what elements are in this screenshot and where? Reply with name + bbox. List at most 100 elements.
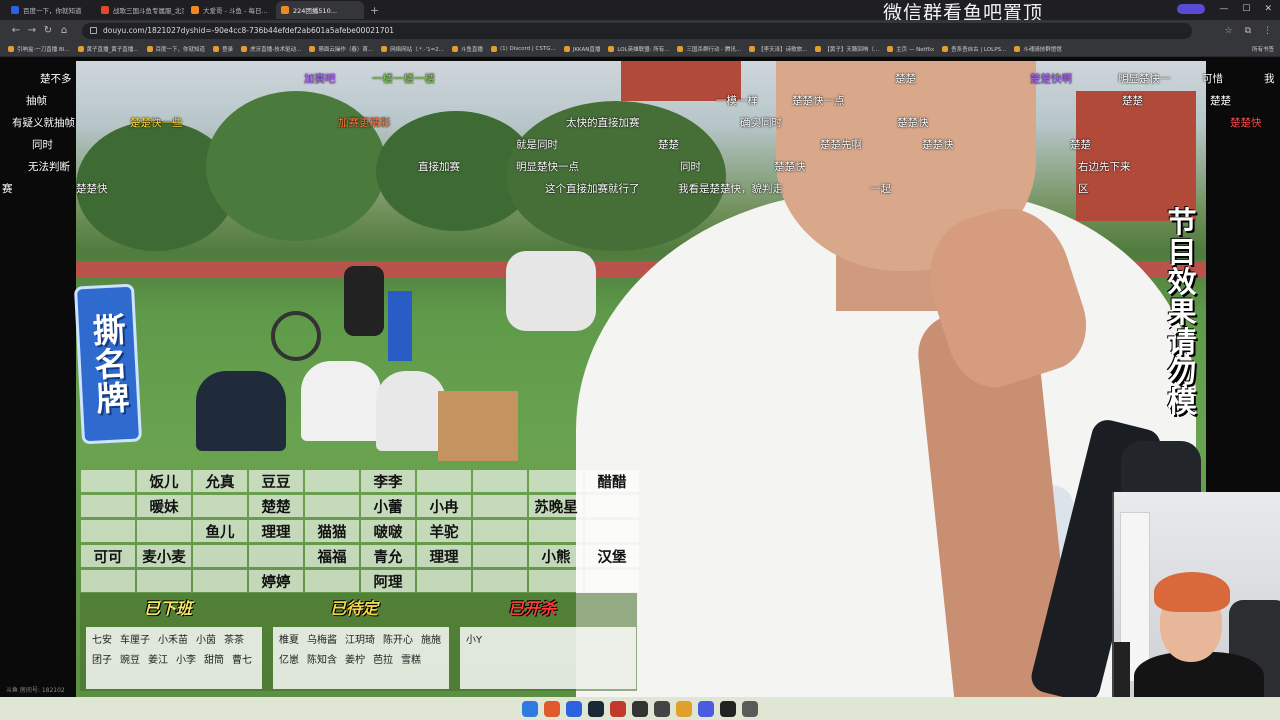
status-name: 雪糕	[401, 655, 421, 666]
danmu-comment: 同时	[680, 161, 701, 173]
steam-icon[interactable]	[588, 700, 604, 717]
bookmark-item[interactable]: 主页 — Netflix	[887, 45, 934, 53]
bookmark-star-icon[interactable]: ☆	[1224, 26, 1232, 36]
name-cell	[473, 470, 527, 492]
danmu-comment: 楚楚快	[922, 139, 954, 151]
name-cell	[473, 545, 527, 567]
status-name: 陈开心	[383, 635, 413, 646]
bookmark-item[interactable]: 【黄子】天籁回响（...	[815, 45, 879, 53]
danmu-comment: 明显楚快一点	[516, 161, 579, 173]
danmu-comment: 楚楚快一些	[130, 117, 183, 129]
windows-start-icon[interactable]	[522, 700, 538, 717]
danmu-comment: 楚楚快	[76, 183, 108, 195]
status-name: 芭拉	[373, 655, 393, 666]
all-bookmarks[interactable]: 所有书签	[1252, 45, 1274, 53]
bookmark-item[interactable]: 【李天泽】诗歌旅...	[749, 45, 807, 53]
bookmark-item[interactable]: 引响盒·一刀直播 Bl...	[8, 45, 70, 53]
status-name: 江玥琦	[345, 635, 375, 646]
name-cell: 小熊	[529, 545, 583, 567]
tree	[206, 91, 386, 241]
name-cell: 小冉	[417, 495, 471, 517]
reload-icon[interactable]: ↻	[40, 25, 56, 36]
pending-label: 已待定	[330, 599, 379, 618]
bookmark-icon	[8, 45, 14, 52]
name-cell: 楚楚	[249, 495, 303, 517]
name-cell	[473, 570, 527, 592]
danmu-comment: 一楼一楼一楼	[372, 73, 435, 85]
game-icon[interactable]	[632, 700, 648, 717]
name-cell: 理理	[249, 520, 303, 542]
name-cell: 饭儿	[137, 470, 191, 492]
danmu-comment: 楚楚	[895, 73, 916, 85]
minimize-icon[interactable]: —	[1219, 4, 1228, 14]
app-icon[interactable]	[676, 700, 692, 717]
bookmark-item[interactable]: 斗鱼直播	[451, 45, 483, 53]
home-icon[interactable]: ⌂	[56, 25, 72, 36]
tab-1[interactable]: 百度一下，你就知道	[6, 1, 94, 19]
bookmark-item[interactable]: (1) Discord | CSTG...	[490, 45, 556, 52]
bookmark-label: JKKAN直播	[572, 46, 601, 53]
forward-icon[interactable]: →	[24, 25, 40, 36]
bookmark-item[interactable]: 百度一下，你就知道	[146, 45, 205, 53]
danmu-comment: 抽帧	[26, 95, 47, 107]
name-cell	[249, 545, 303, 567]
name-cell	[137, 520, 191, 542]
menu-icon[interactable]: ⋮	[1263, 26, 1272, 36]
bookmark-item[interactable]: 登录	[213, 45, 233, 53]
bookmark-icon	[451, 45, 458, 52]
name-cell	[193, 495, 247, 517]
name-cell: 青允	[361, 545, 415, 567]
bookmarks-bar: 引响盒·一刀直播 Bl... 黄子直播_黄子直播... 百度一下，你就知道 登录 虎牙直…	[0, 41, 1280, 57]
building	[1076, 91, 1196, 221]
bookmark-item[interactable]: 萌面云操作（春）首...	[309, 45, 373, 53]
name-cell	[585, 495, 639, 517]
extensions-icon[interactable]: ⧉	[1245, 26, 1251, 36]
danmu-comment: 赛	[2, 183, 13, 195]
music-icon[interactable]	[610, 700, 626, 717]
chrome-icon[interactable]	[566, 700, 582, 717]
tool-icon[interactable]	[654, 700, 670, 717]
profile-button[interactable]	[1177, 4, 1206, 14]
bookmark-icon	[815, 45, 822, 52]
tab-label: 战歌三国斗鱼专属服_北京	[113, 7, 184, 15]
danmu-comment: 楚楚	[1210, 95, 1231, 107]
status-name: 陈知含	[307, 655, 337, 666]
name-cell: 福福	[305, 545, 359, 567]
bookmark-item[interactable]: 三国杀群行动 - 腾讯...	[677, 45, 741, 53]
bookmark-item[interactable]: 黄子直播_黄子直播...	[77, 45, 139, 53]
status-name: 姜柠	[345, 655, 365, 666]
bookmark-item[interactable]: 网络网站（.*.·'1=2...	[381, 45, 444, 53]
name-cell: 允真	[193, 470, 247, 492]
bookmark-item[interactable]: 吾系吾自古 | LOLPS...	[942, 45, 1006, 53]
name-cell	[81, 520, 135, 542]
tab-4[interactable]: 224团播510...	[276, 1, 364, 19]
status-name: 团子	[92, 655, 112, 666]
terminal-icon[interactable]	[720, 700, 736, 717]
taskbar	[0, 697, 1280, 720]
bookmark-item[interactable]: JKKAN直播	[563, 45, 601, 53]
site-info-icon[interactable]	[90, 27, 97, 34]
danmu-comment: 无法判断	[28, 161, 70, 173]
back-icon[interactable]: ←	[8, 25, 24, 36]
people-group	[506, 251, 596, 331]
close-icon[interactable]: ✕	[1264, 4, 1272, 14]
bookmark-icon	[608, 45, 615, 52]
tab-3[interactable]: 大爱哥 - 斗鱼 - 每日...	[186, 1, 274, 19]
url-text: douyu.com/1821027dyshid=-90e4cc8-736b44e…	[103, 26, 395, 35]
danmu-comment: 太快的直接加赛	[566, 117, 640, 129]
kook-icon[interactable]	[698, 700, 714, 717]
bookmark-item[interactable]: 虎牙直播-技术驱动...	[241, 45, 301, 53]
tab-2[interactable]: 战歌三国斗鱼专属服_北京	[96, 1, 184, 19]
name-cell: 羊驼	[417, 520, 471, 542]
bookmark-item[interactable]: LOL英雄联盟: 所有...	[608, 45, 669, 53]
url-field[interactable]: douyu.com/1821027dyshid=-90e4cc8-736b44e…	[82, 22, 1192, 39]
danmu-comment: 同时	[32, 139, 53, 151]
settings-icon[interactable]	[742, 700, 758, 717]
bookmark-icon	[563, 45, 570, 52]
new-tab-icon[interactable]: +	[370, 4, 379, 17]
maximize-icon[interactable]: ☐	[1242, 4, 1250, 14]
tab-label: 百度一下，你就知道	[23, 7, 82, 15]
name-cell	[417, 570, 471, 592]
bookmark-item[interactable]: 斗魂骑技群馆馆	[1014, 45, 1062, 53]
search-icon[interactable]	[544, 700, 560, 717]
